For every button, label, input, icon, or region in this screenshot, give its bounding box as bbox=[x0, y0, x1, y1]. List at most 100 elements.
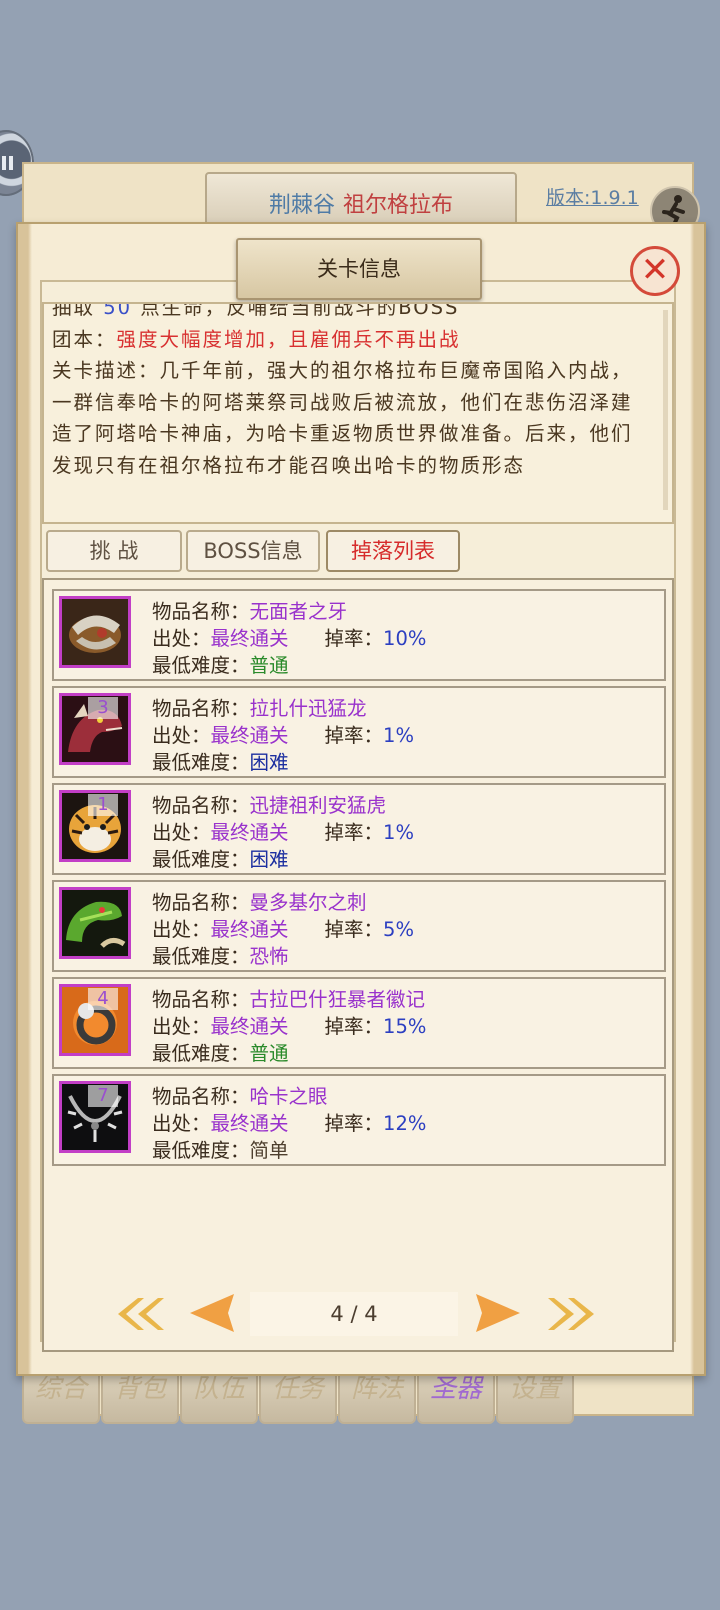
source-label: 出处： bbox=[152, 724, 211, 747]
snake-icon bbox=[59, 887, 131, 959]
name-label: 物品名称： bbox=[152, 988, 250, 1011]
nav-tab-label: 阵法 bbox=[350, 1374, 403, 1404]
item-badge: 7 bbox=[88, 1085, 118, 1107]
item-badge: 3 bbox=[88, 697, 118, 719]
drop-item[interactable]: 3 物品名称：拉扎什迅猛龙 出处：最终通关 掉率：1% 最低难度：困难 bbox=[52, 686, 666, 778]
item-name-line: 物品名称：迅捷祖利安猛虎 bbox=[152, 789, 386, 818]
double-chevron-right-icon bbox=[548, 1298, 594, 1330]
item-source: 最终通关 bbox=[210, 918, 289, 941]
item-source-line: 出处：最终通关 掉率：1% bbox=[152, 719, 414, 748]
item-difficulty: 困难 bbox=[249, 848, 289, 871]
drop-item[interactable]: 4 物品名称：古拉巴什狂暴者徽记 出处：最终通关 掉率：15% 最低难度：普通 bbox=[52, 977, 666, 1069]
drop-item[interactable]: 1 物品名称：迅捷祖利安猛虎 出处：最终通关 掉率：1% 最低难度：困难 bbox=[52, 783, 666, 875]
item-rate: 12% bbox=[383, 1112, 427, 1135]
item-difficulty-line: 最低难度：困难 bbox=[152, 843, 289, 872]
desc-label: 关卡描述： bbox=[52, 359, 160, 382]
name-label: 物品名称： bbox=[152, 794, 250, 817]
name-label: 物品名称： bbox=[152, 891, 250, 914]
item-source-line: 出处：最终通关 掉率：10% bbox=[152, 622, 426, 651]
item-rate: 1% bbox=[383, 724, 414, 747]
tab-label: BOSS信息 bbox=[203, 539, 303, 563]
item-source-line: 出处：最终通关 掉率：5% bbox=[152, 913, 414, 942]
name-label: 物品名称： bbox=[152, 697, 250, 720]
drop-item[interactable]: 7 物品名称：哈卡之眼 出处：最终通关 掉率：12% 最低难度：简单 bbox=[52, 1074, 666, 1166]
version-link[interactable]: 版本:1.9.1 bbox=[546, 183, 639, 210]
ring-icon: 4 bbox=[59, 984, 131, 1056]
item-name-line: 物品名称：哈卡之眼 bbox=[152, 1080, 328, 1109]
arrow-right-icon bbox=[476, 1294, 520, 1332]
item-difficulty: 普通 bbox=[249, 654, 289, 677]
item-source: 最终通关 bbox=[210, 627, 289, 650]
item-source: 最终通关 bbox=[210, 724, 289, 747]
item-source: 最终通关 bbox=[210, 821, 289, 844]
nav-tab-label: 背包 bbox=[113, 1374, 166, 1404]
tiger-icon: 1 bbox=[59, 790, 131, 862]
item-difficulty: 困难 bbox=[249, 751, 289, 774]
description-text: 抽取 50 点生命，反哺给当前战斗的BOSS 团本：强度大幅度增加，且雇佣兵不再… bbox=[52, 302, 646, 481]
item-difficulty-line: 最低难度：简单 bbox=[152, 1134, 289, 1163]
item-name-line: 物品名称：拉扎什迅猛龙 bbox=[152, 692, 367, 721]
rate-label: 掉率： bbox=[324, 1015, 384, 1038]
item-difficulty: 简单 bbox=[249, 1139, 289, 1162]
item-name: 古拉巴什狂暴者徽记 bbox=[249, 988, 426, 1011]
item-source-line: 出处：最终通关 掉率：15% bbox=[152, 1010, 426, 1039]
difficulty-label: 最低难度： bbox=[152, 654, 250, 677]
item-difficulty-line: 最低难度：普通 bbox=[152, 649, 289, 678]
tab-drop-list[interactable]: 掉落列表 bbox=[326, 530, 460, 572]
item-badge: 4 bbox=[88, 988, 118, 1010]
drain-suffix: 点生命，反哺给当前战斗的BOSS bbox=[140, 302, 460, 319]
nav-tab-label: 综合 bbox=[34, 1374, 87, 1404]
dialog-title: 关卡信息 bbox=[236, 238, 482, 300]
tab-boss-info[interactable]: BOSS信息 bbox=[186, 530, 320, 572]
item-name: 哈卡之眼 bbox=[249, 1085, 328, 1108]
item-name-line: 物品名称：无面者之牙 bbox=[152, 595, 347, 624]
item-name: 曼多基尔之刺 bbox=[249, 891, 367, 914]
team-value: 强度大幅度增加，且雇佣兵不再出战 bbox=[116, 327, 461, 351]
next-page-button[interactable] bbox=[472, 1290, 524, 1340]
tab-label: 掉落列表 bbox=[351, 539, 435, 563]
fang-icon bbox=[59, 596, 131, 668]
source-label: 出处： bbox=[152, 1112, 211, 1135]
difficulty-label: 最低难度： bbox=[152, 1139, 250, 1162]
item-rate: 1% bbox=[383, 821, 414, 844]
rate-label: 掉率： bbox=[324, 918, 384, 941]
difficulty-label: 最低难度： bbox=[152, 848, 250, 871]
item-difficulty-line: 最低难度：困难 bbox=[152, 746, 289, 775]
nav-tab-label: 圣器 bbox=[429, 1374, 482, 1404]
tab-challenge[interactable]: 挑 战 bbox=[46, 530, 182, 572]
source-label: 出处： bbox=[152, 821, 211, 844]
description-scrollbar[interactable] bbox=[663, 310, 668, 510]
item-name-line: 物品名称：曼多基尔之刺 bbox=[152, 886, 367, 915]
item-rate: 5% bbox=[383, 918, 414, 941]
area-title-tab: 荆棘谷 祖尔格拉布 bbox=[205, 172, 517, 228]
item-difficulty: 恐怖 bbox=[249, 945, 289, 968]
item-badge: 1 bbox=[88, 794, 118, 816]
description-box[interactable]: 抽取 50 点生命，反哺给当前战斗的BOSS 团本：强度大幅度增加，且雇佣兵不再… bbox=[42, 302, 674, 524]
prev-page-button[interactable] bbox=[186, 1290, 238, 1340]
item-name: 无面者之牙 bbox=[249, 600, 348, 623]
pause-icon bbox=[2, 156, 6, 170]
difficulty-label: 最低难度： bbox=[152, 1042, 250, 1065]
area-name: 荆棘谷 bbox=[268, 193, 335, 218]
item-rate: 10% bbox=[383, 627, 427, 650]
drain-line: 抽取 50 点生命，反哺给当前战斗的BOSS bbox=[52, 302, 646, 324]
raptor-icon: 3 bbox=[59, 693, 131, 765]
drop-item[interactable]: 物品名称：无面者之牙 出处：最终通关 掉率：10% 最低难度：普通 bbox=[52, 589, 666, 681]
nav-tab-label: 队伍 bbox=[192, 1374, 245, 1404]
rate-label: 掉率： bbox=[324, 627, 384, 650]
arrow-left-icon bbox=[190, 1294, 234, 1332]
item-source-line: 出处：最终通关 掉率：1% bbox=[152, 816, 414, 845]
team-line: 团本：强度大幅度增加，且雇佣兵不再出战 bbox=[52, 324, 646, 356]
last-page-button[interactable] bbox=[546, 1294, 600, 1338]
first-page-button[interactable] bbox=[112, 1294, 166, 1338]
item-rate: 15% bbox=[383, 1015, 427, 1038]
close-button[interactable]: ✕ bbox=[630, 246, 680, 296]
item-difficulty-line: 最低难度：普通 bbox=[152, 1037, 289, 1066]
source-label: 出处： bbox=[152, 1015, 211, 1038]
item-name: 迅捷祖利安猛虎 bbox=[249, 794, 387, 817]
name-label: 物品名称： bbox=[152, 600, 250, 623]
drop-item[interactable]: 物品名称：曼多基尔之刺 出处：最终通关 掉率：5% 最低难度：恐怖 bbox=[52, 880, 666, 972]
drain-prefix: 抽取 bbox=[52, 302, 96, 319]
necklace-icon: 7 bbox=[59, 1081, 131, 1153]
rate-label: 掉率： bbox=[324, 1112, 384, 1135]
